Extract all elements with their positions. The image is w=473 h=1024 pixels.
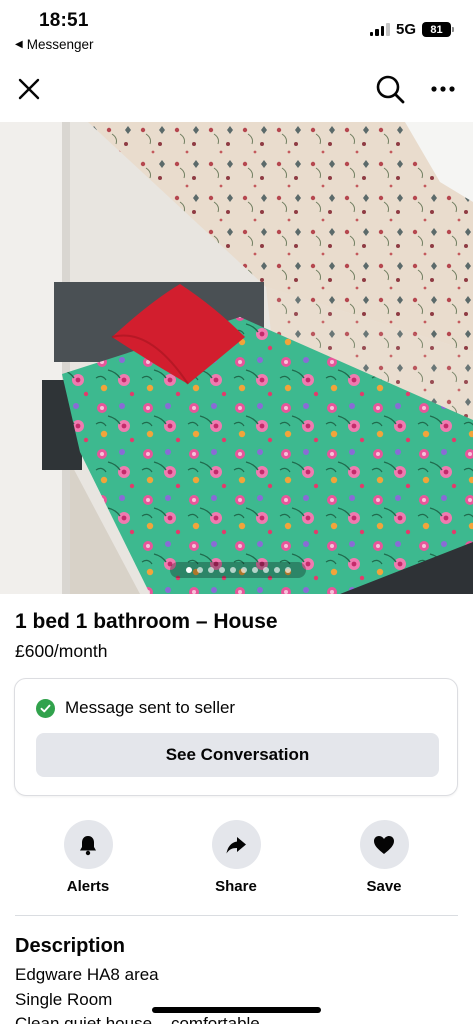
cellular-signal-icon	[369, 23, 390, 36]
pagination-dot	[273, 567, 280, 573]
close-icon[interactable]	[16, 76, 42, 102]
bedroom-photo-illustration	[0, 122, 473, 594]
alerts-label: Alerts	[66, 878, 110, 895]
clock: 18:51	[39, 10, 89, 31]
action-bar: Alerts Share Save	[0, 820, 473, 900]
save-label: Save	[366, 878, 402, 895]
listing-photo[interactable]	[0, 122, 473, 594]
search-icon[interactable]	[374, 73, 406, 105]
see-conversation-button[interactable]: See Conversation	[36, 733, 439, 777]
listing-title: 1 bed 1 bathroom – House	[15, 610, 278, 633]
pagination-dot	[284, 567, 291, 573]
alerts-button[interactable]: Alerts	[43, 820, 133, 895]
save-button[interactable]: Save	[339, 820, 429, 895]
section-divider	[15, 915, 458, 916]
message-sent-row: Message sent to seller	[36, 698, 235, 718]
save-circle	[359, 820, 409, 869]
listing-price: £600/month	[15, 641, 108, 661]
pagination-dot	[218, 567, 225, 573]
bell-icon	[80, 835, 96, 855]
back-to-app-link[interactable]: ◀ Messenger	[15, 37, 94, 52]
share-button[interactable]: Share	[191, 820, 281, 895]
pagination-dot	[240, 567, 247, 573]
battery-level: 81	[430, 23, 443, 36]
home-indicator[interactable]	[152, 1007, 321, 1013]
description-line: Edgware HA8 area	[15, 965, 159, 984]
description-line: Single Room	[15, 990, 113, 1009]
pagination-dot	[251, 567, 258, 573]
pagination-dot	[262, 567, 269, 573]
network-type: 5G	[395, 21, 416, 38]
pagination-dot	[207, 567, 214, 573]
check-circle-icon	[36, 698, 55, 718]
pagination-dot	[196, 567, 203, 573]
photo-pagination[interactable]	[170, 562, 306, 578]
heart-icon	[374, 835, 394, 854]
more-options-icon[interactable]	[429, 78, 457, 100]
share-circle	[211, 820, 261, 869]
top-nav	[0, 68, 473, 112]
pagination-dot	[229, 567, 236, 573]
share-label: Share	[215, 878, 257, 895]
back-app-label: Messenger	[26, 37, 94, 52]
alerts-circle	[63, 820, 113, 869]
battery-icon: 81	[422, 22, 454, 37]
message-status-card: Message sent to seller See Conversation	[14, 678, 458, 796]
description-heading: Description	[15, 935, 126, 957]
back-triangle-icon: ◀	[15, 39, 23, 50]
message-sent-text: Message sent to seller	[65, 698, 236, 717]
status-indicators: 5G 81	[369, 21, 454, 38]
pagination-dot	[185, 567, 192, 573]
share-arrow-icon	[226, 836, 246, 853]
status-bar: 18:51 ◀ Messenger 5G 81	[0, 0, 473, 58]
description-line: Clean quiet house – comfortable	[15, 1014, 260, 1024]
